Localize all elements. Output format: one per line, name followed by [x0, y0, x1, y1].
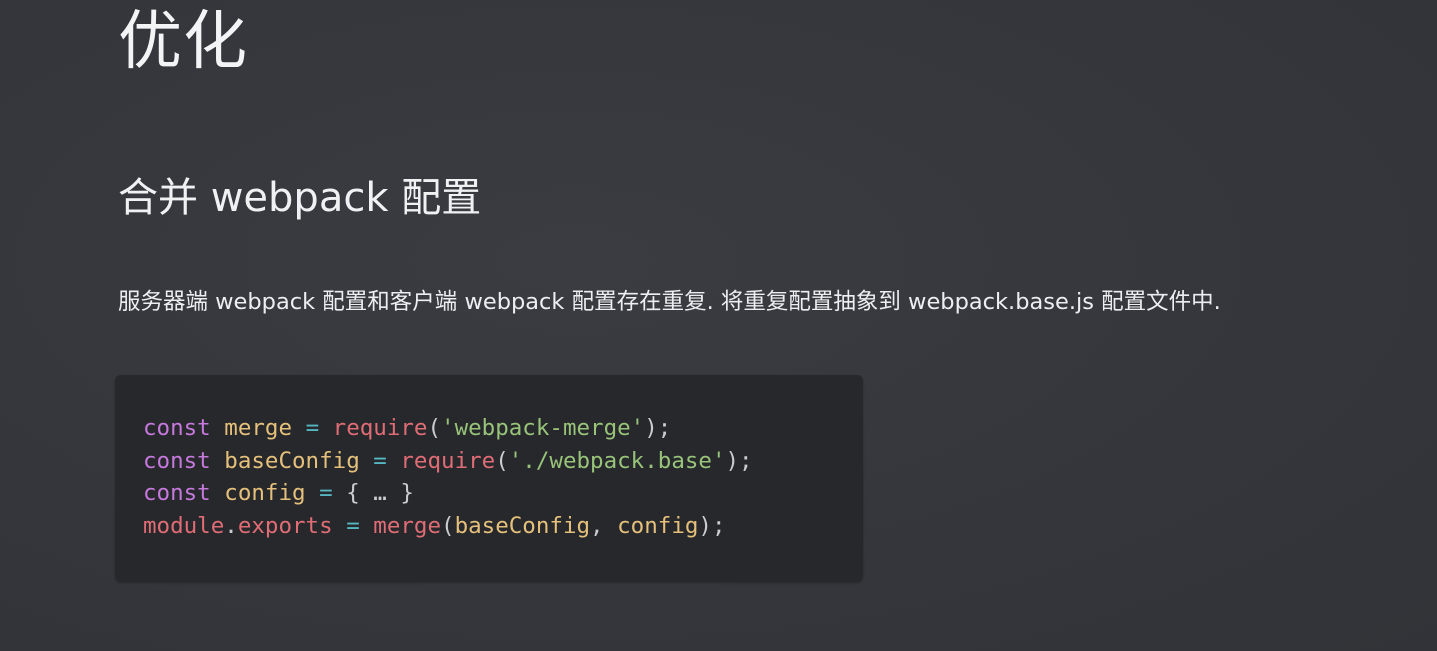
code-token-kw: const: [143, 447, 211, 474]
code-token-op: =: [319, 480, 333, 506]
code-token-op: =: [305, 415, 320, 441]
code-token-punc: [292, 415, 306, 441]
description-paragraph: 服务器端 webpack 配置和客户端 webpack 配置存在重复. 将重复配…: [118, 289, 1221, 315]
code-token-punc: [360, 448, 374, 474]
code-token-punc: (: [441, 512, 455, 539]
code-token-fn: merge: [373, 512, 442, 539]
code-token-punc: );: [698, 512, 726, 539]
section-title: 合并 webpack 配置: [118, 175, 482, 221]
code-token-punc: [319, 415, 333, 441]
code-token-punc: (: [427, 415, 442, 441]
code-token-var: config: [224, 480, 306, 506]
slide-page: 优化 合并 webpack 配置 服务器端 webpack 配置和客户端 web…: [0, 0, 1437, 651]
code-token-str: './webpack.base': [508, 447, 726, 474]
code-token-op: =: [373, 447, 387, 474]
code-token-fn: module: [143, 512, 225, 539]
code-token-punc: [211, 415, 225, 441]
code-token-punc: [211, 448, 225, 474]
code-token-fn: exports: [237, 512, 333, 539]
code-token-var: config: [617, 512, 699, 539]
code-token-var: baseConfig: [454, 512, 591, 539]
code-token-var: merge: [224, 415, 293, 441]
code-token-op: =: [346, 512, 360, 539]
code-token-var: baseConfig: [224, 447, 360, 474]
code-token-fn: require: [332, 415, 428, 441]
code-token-punc: .: [224, 512, 238, 539]
code-content: const merge = require('webpack-merge'); c…: [143, 412, 753, 542]
code-token-punc: [306, 480, 320, 506]
code-token-str: 'webpack-merge': [441, 415, 645, 441]
code-token-punc: [387, 448, 401, 474]
code-token-fn: require: [400, 447, 496, 474]
code-token-punc: { … }: [332, 480, 414, 506]
code-line: const merge = require('webpack-merge');: [143, 412, 753, 445]
page-title: 优化: [118, 5, 248, 79]
code-token-punc: ,: [590, 512, 618, 539]
code-line: const baseConfig = require('./webpack.ba…: [143, 445, 753, 478]
code-line: const config = { … }: [143, 477, 753, 510]
code-token-kw: const: [143, 480, 211, 506]
code-block: const merge = require('webpack-merge'); c…: [115, 375, 863, 582]
code-token-punc: [360, 513, 374, 539]
code-token-punc: [211, 480, 225, 506]
code-token-punc: (: [495, 447, 509, 474]
code-token-punc: );: [725, 447, 753, 474]
code-line: module.exports = merge(baseConfig, confi…: [143, 510, 753, 543]
code-token-punc: );: [644, 415, 672, 441]
code-token-punc: [333, 513, 347, 539]
code-token-kw: const: [143, 415, 211, 441]
